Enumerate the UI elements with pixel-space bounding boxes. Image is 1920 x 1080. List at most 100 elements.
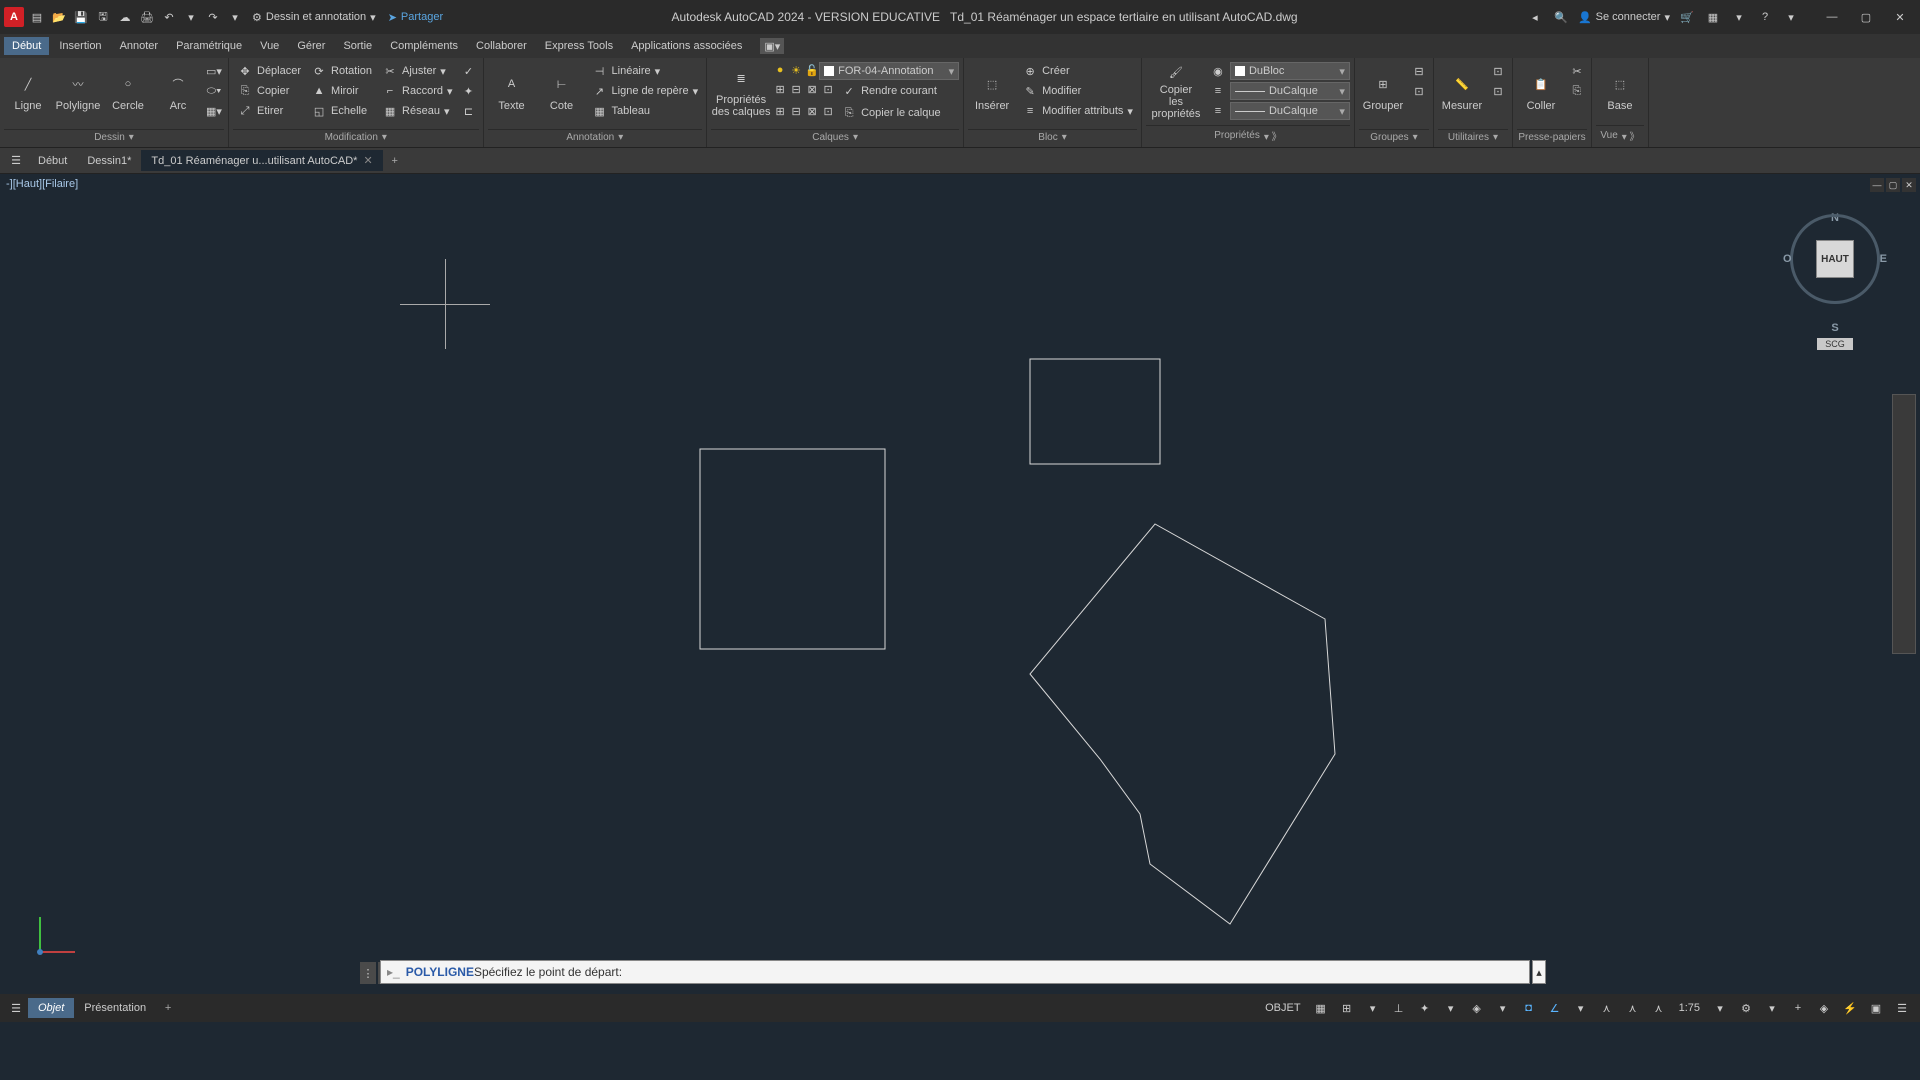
echelle-button[interactable]: ◱Echelle (307, 102, 376, 120)
osnap-icon[interactable]: ◘ (1517, 997, 1541, 1019)
chevron-down-icon[interactable]: ▾ (182, 8, 200, 26)
qat-plot-icon[interactable]: 🖨 (138, 8, 156, 26)
viewcube-face[interactable]: HAUT (1816, 240, 1854, 278)
panel-title-bloc[interactable]: Bloc ▾ (968, 129, 1137, 145)
search-icon[interactable]: 🔍 (1552, 8, 1570, 26)
app-launcher-icon[interactable]: ▦ (1704, 8, 1722, 26)
cart-icon[interactable]: 🛒 (1678, 8, 1696, 26)
menu-vue[interactable]: Vue (252, 37, 287, 55)
ajuster-button[interactable]: ✂Ajuster ▾ (378, 62, 457, 80)
layer-tool-icon[interactable]: ⊞ (773, 104, 787, 118)
add-layout-button[interactable]: + (156, 1002, 180, 1014)
tab-current-file[interactable]: Td_01 Réaménager u...utilisant AutoCAD*✕ (141, 150, 382, 171)
signin-button[interactable]: 👤 Se connecter ▾ (1578, 11, 1670, 24)
ligne-repere-button[interactable]: ↗Ligne de repère ▾ (588, 82, 703, 100)
layer-tool-icon[interactable]: ⊟ (789, 82, 803, 96)
layer-tool-icon[interactable]: ⊠ (805, 104, 819, 118)
tab-dessin1[interactable]: Dessin1* (77, 151, 141, 171)
isolate-icon[interactable]: ◈ (1812, 997, 1836, 1019)
ortho-icon[interactable]: ⊥ (1387, 997, 1411, 1019)
viewcube-s[interactable]: S (1780, 322, 1890, 334)
rotation-button[interactable]: ⟳Rotation (307, 62, 376, 80)
polygon-shape[interactable] (1030, 524, 1335, 924)
menu-debut[interactable]: Début (4, 37, 49, 55)
plus-icon[interactable]: + (1786, 997, 1810, 1019)
miroir-button[interactable]: ▲Miroir (307, 82, 376, 100)
rectangle-shape[interactable] (1030, 359, 1160, 464)
qat-save-icon[interactable]: 💾 (72, 8, 90, 26)
chevron-down-icon[interactable]: ▾ (1782, 8, 1800, 26)
base-button[interactable]: ⬚Base (1596, 62, 1644, 120)
workspace-selector[interactable]: ⚙ Dessin et annotation ▾ (252, 11, 376, 24)
gear-icon[interactable]: ⚙ (1734, 997, 1758, 1019)
navigation-bar[interactable] (1892, 394, 1916, 654)
panel-title-proprietes[interactable]: Propriétés ▾ 》 (1146, 125, 1350, 145)
color-dropdown[interactable]: DuBloc▾ (1230, 62, 1350, 80)
panel-title-modification[interactable]: Modification ▾ (233, 129, 479, 145)
rectangle-icon[interactable]: ▭▾ (204, 62, 224, 80)
isodraft-icon[interactable]: ◈ (1465, 997, 1489, 1019)
cut-icon[interactable]: ✂ (1567, 62, 1587, 80)
status-model-label[interactable]: OBJET (1259, 1002, 1306, 1014)
rendre-courant-button[interactable]: ✓Rendre courant (837, 82, 941, 100)
menu-sortie[interactable]: Sortie (335, 37, 380, 55)
tab-debut[interactable]: Début (28, 151, 77, 171)
panel-title-utilitaires[interactable]: Utilitaires ▾ (1438, 129, 1508, 145)
qat-redo-icon[interactable]: ↷ (204, 8, 222, 26)
panel-title-dessin[interactable]: Dessin ▾ (4, 129, 224, 145)
chevron-down-icon[interactable]: ▾ (1569, 997, 1593, 1019)
group-edit-icon[interactable]: ⊡ (1409, 82, 1429, 100)
close-icon[interactable]: ✕ (363, 154, 372, 167)
minimize-button[interactable]: — (1816, 5, 1848, 29)
layer-tool-icon[interactable]: ⊠ (805, 82, 819, 96)
menu-insertion[interactable]: Insertion (51, 37, 109, 55)
qat-open-icon[interactable]: 📂 (50, 8, 68, 26)
help-icon[interactable]: ? (1756, 8, 1774, 26)
chevron-down-icon[interactable]: ▾ (1760, 997, 1784, 1019)
hamburger-icon[interactable]: ☰ (4, 1002, 28, 1015)
tableau-button[interactable]: ▦Tableau (588, 102, 703, 120)
linetype-icon[interactable]: ≡ (1208, 82, 1228, 100)
layout-tab-objet[interactable]: Objet (28, 998, 74, 1018)
explode-icon[interactable]: ✦ (459, 82, 479, 100)
cercle-button[interactable]: ○Cercle (104, 62, 152, 120)
customize-icon[interactable]: ☰ (1890, 997, 1914, 1019)
snap-icon[interactable]: ⊞ (1335, 997, 1359, 1019)
menu-parametrique[interactable]: Paramétrique (168, 37, 250, 55)
layer-tool-icon[interactable]: ⊟ (789, 104, 803, 118)
color-wheel-icon[interactable]: ◉ (1208, 62, 1228, 80)
ungroup-icon[interactable]: ⊟ (1409, 62, 1429, 80)
layout-tab-presentation[interactable]: Présentation (74, 998, 156, 1018)
qat-undo-icon[interactable]: ↶ (160, 8, 178, 26)
copier-calque-button[interactable]: ⎘Copier le calque (837, 104, 945, 122)
menu-express-tools[interactable]: Express Tools (537, 37, 621, 55)
proprietes-calques-button[interactable]: ≣Propriétés des calques (711, 62, 771, 120)
chevron-down-icon[interactable]: ▾ (226, 8, 244, 26)
chevron-down-icon[interactable]: ▾ (1708, 997, 1732, 1019)
arc-button[interactable]: ⌒Arc (154, 62, 202, 120)
texte-button[interactable]: ATexte (488, 62, 536, 120)
cote-button[interactable]: ⊢Cote (538, 62, 586, 120)
polar-icon[interactable]: ✦ (1413, 997, 1437, 1019)
etirer-button[interactable]: ⤢Etirer (233, 102, 305, 120)
chevron-down-icon[interactable]: ▾ (1439, 997, 1463, 1019)
mesurer-button[interactable]: 📏Mesurer (1438, 62, 1486, 120)
layer-dropdown[interactable]: FOR-04-Annotation▾ (819, 62, 959, 80)
chevron-down-icon[interactable]: ▾ (1491, 997, 1515, 1019)
creer-button[interactable]: ⊕Créer (1018, 62, 1137, 80)
qat-new-icon[interactable]: ▤ (28, 8, 46, 26)
deplacer-button[interactable]: ✥Déplacer (233, 62, 305, 80)
offset-icon[interactable]: ⊏ (459, 102, 479, 120)
status-scale[interactable]: 1:75 (1673, 1002, 1706, 1014)
coller-button[interactable]: 📋Coller (1517, 62, 1565, 120)
ligne-button[interactable]: ╱Ligne (4, 62, 52, 120)
grid-icon[interactable]: ▦ (1309, 997, 1333, 1019)
rectangle-shape[interactable] (700, 449, 885, 649)
copier-proprietes-button[interactable]: 🖌Copier les propriétés (1146, 62, 1206, 120)
lock-icon[interactable]: 🔓 (805, 63, 819, 77)
share-button[interactable]: ➤ Partager (388, 11, 443, 24)
chevron-left-icon[interactable]: ◂ (1526, 8, 1544, 26)
close-button[interactable]: ✕ (1884, 5, 1916, 29)
viewcube-e[interactable]: E (1880, 253, 1887, 265)
add-tab-button[interactable]: + (383, 155, 407, 167)
